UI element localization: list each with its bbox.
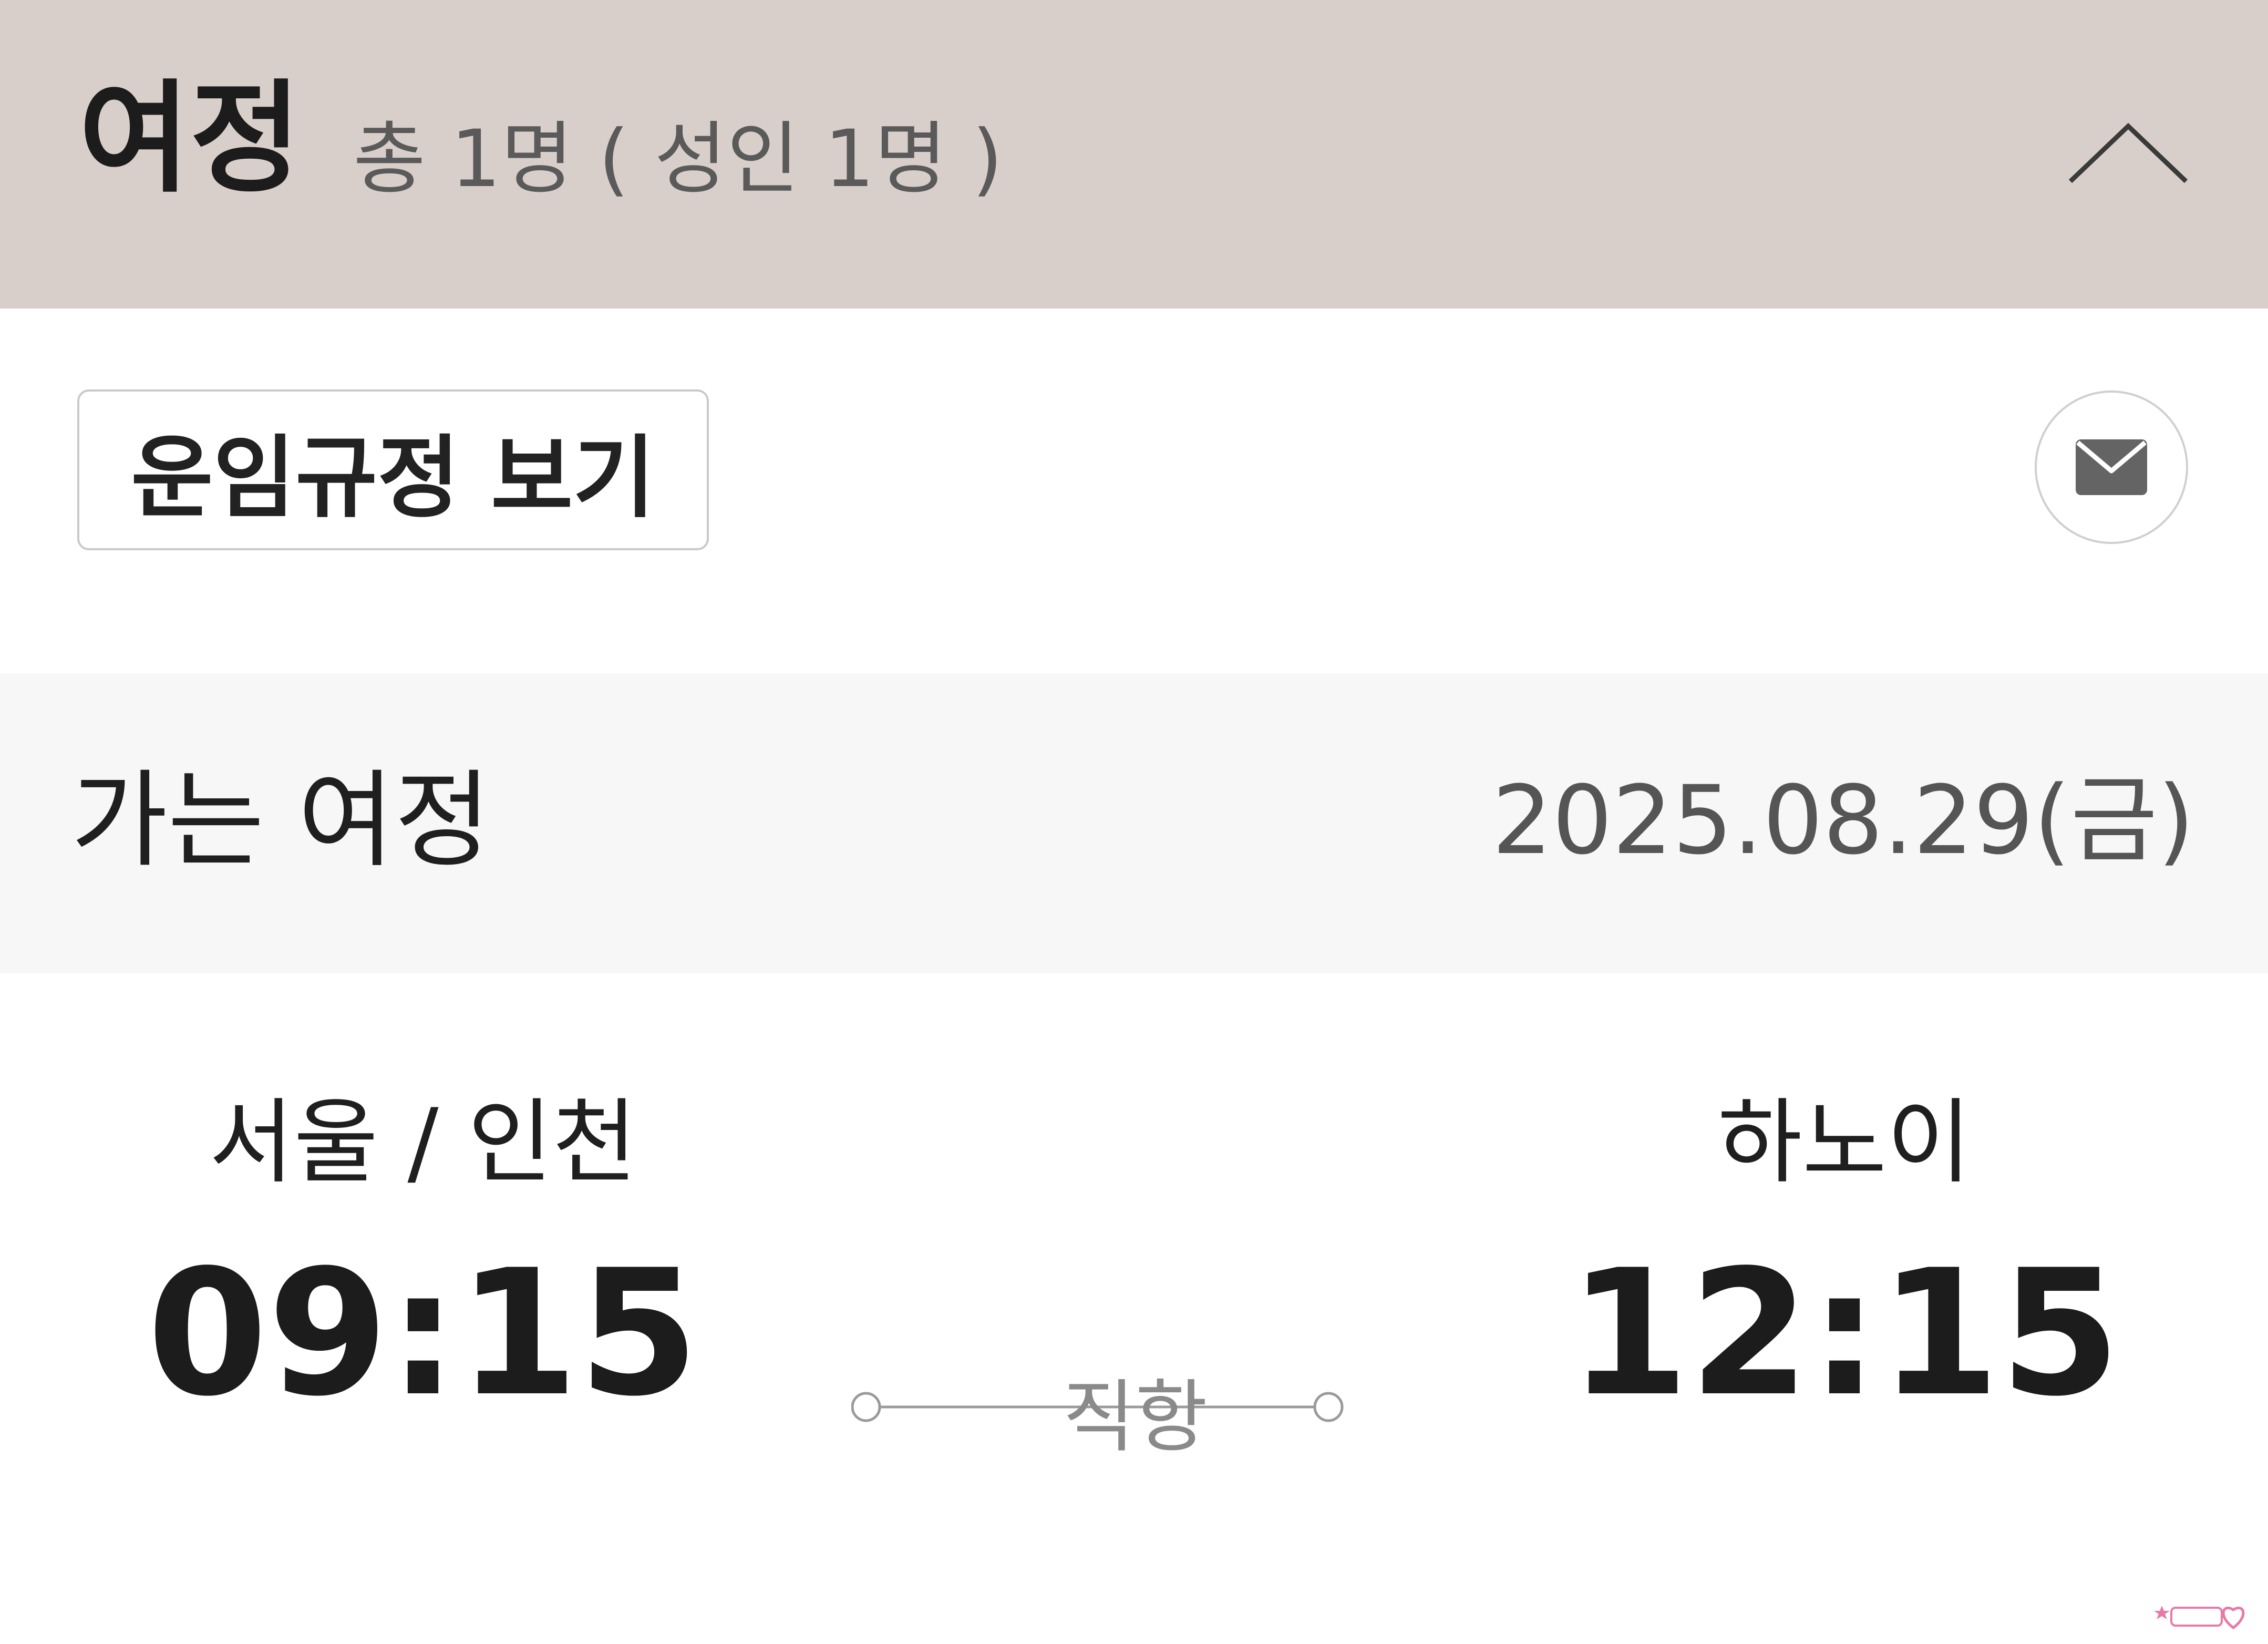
flight-card: 서울 / 인천 09:15 하노이 12:15 직항: [0, 973, 2268, 1644]
departure-city: 서울 / 인천: [209, 1090, 637, 1196]
action-row: 운임규정 보기: [0, 309, 2268, 674]
chevron-up-icon: [2068, 122, 2188, 183]
collapse-button[interactable]: [2065, 116, 2191, 189]
passenger-summary: 총 1명 ( 성인 1명 ): [353, 114, 1003, 205]
segment-label: 가는 여정: [71, 759, 491, 882]
route-type-label: 직항: [1062, 1372, 1208, 1463]
page-title: 여정: [79, 69, 302, 209]
mail-icon: [2076, 439, 2147, 495]
segment-date: 2025.08.29(금): [1492, 766, 2194, 876]
segment-header: 가는 여정 2025.08.29(금): [0, 674, 2268, 973]
fare-rules-button[interactable]: 운임규정 보기: [77, 389, 709, 550]
mail-button[interactable]: [2035, 391, 2188, 544]
route-start-dot: [851, 1392, 881, 1422]
arrival-time: 12:15: [1568, 1232, 2121, 1434]
departure-time: 09:15: [147, 1232, 699, 1434]
itinerary-header: 여정 총 1명 ( 성인 1명 ): [0, 0, 2268, 309]
arrival-city: 하노이: [1717, 1090, 1972, 1196]
watermark-logo: [2154, 1595, 2260, 1637]
